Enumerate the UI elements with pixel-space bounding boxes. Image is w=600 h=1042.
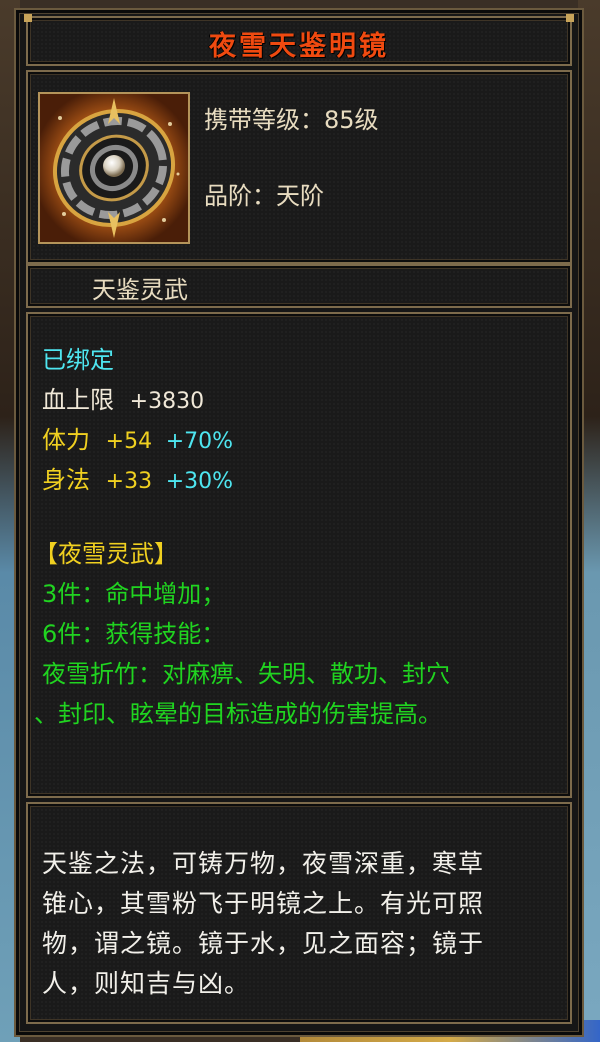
item-tooltip-panel: 夜雪天鉴明镜 携带等级：85级 品阶：天阶 天鉴灵武 已绑定 血上限 +3830…: [14, 8, 584, 1037]
item-icon-frame: [38, 92, 190, 244]
title-bar: 夜雪天鉴明镜: [24, 14, 574, 66]
item-name: 夜雪天鉴明镜: [209, 31, 389, 62]
description-line-1: 天鉴之法，可铸万物，夜雪深重，寒草: [42, 849, 485, 878]
set-title: 【夜雪灵武】: [34, 540, 178, 568]
attr-hp-label: 血上限: [42, 386, 114, 414]
set-bonus-6: 6件：获得技能：: [42, 620, 226, 648]
attr-stamina-bonus: +70%: [165, 429, 234, 454]
attributes-section: 已绑定 血上限 +3830 体力 +54 +70% 身法 +33 +30% 【夜…: [26, 312, 572, 798]
attr-stamina-label: 体力: [42, 426, 90, 454]
bound-status: 已绑定: [42, 346, 114, 374]
corner-ornament: [566, 14, 574, 22]
attr-agility-value: +33: [105, 469, 153, 494]
corner-ornament: [24, 14, 32, 22]
description-section: 天鉴之法，可铸万物，夜雪深重，寒草 锥心，其雪粉飞于明镜之上。有光可照 物，谓之…: [26, 802, 572, 1024]
description-line-2: 锥心，其雪粉飞于明镜之上。有光可照: [42, 889, 485, 918]
description-line-4: 人，则知吉与凶。: [42, 969, 251, 998]
attr-hp-value: +3830: [129, 389, 205, 414]
attr-stamina-value: +54: [105, 429, 153, 454]
item-info-section: 携带等级：85级 品阶：天阶: [26, 70, 572, 264]
set-skill-line-2: 、封印、眩晕的目标造成的伤害提高。: [34, 700, 442, 728]
set-tag: 天鉴灵武: [92, 276, 188, 304]
attr-agility-bonus: +30%: [165, 469, 234, 494]
attr-agility-label: 身法: [42, 466, 90, 494]
attr-hp: 血上限 +3830: [42, 380, 204, 415]
set-skill-line-1: 夜雪折竹：对麻痹、失明、散功、封穴: [42, 660, 450, 688]
set-bonus-3: 3件：命中增加；: [42, 580, 226, 608]
item-grade: 品阶：天阶: [204, 182, 324, 210]
mirror-shield-icon: [40, 94, 188, 242]
set-tag-bar: 天鉴灵武: [26, 264, 572, 308]
description-line-3: 物，谓之镜。镜于水，见之面容；镜于: [42, 929, 485, 958]
attr-agility: 身法 +33 +30%: [42, 460, 233, 495]
attr-stamina: 体力 +54 +70%: [42, 420, 233, 455]
carry-level: 携带等级：85级: [204, 106, 379, 134]
